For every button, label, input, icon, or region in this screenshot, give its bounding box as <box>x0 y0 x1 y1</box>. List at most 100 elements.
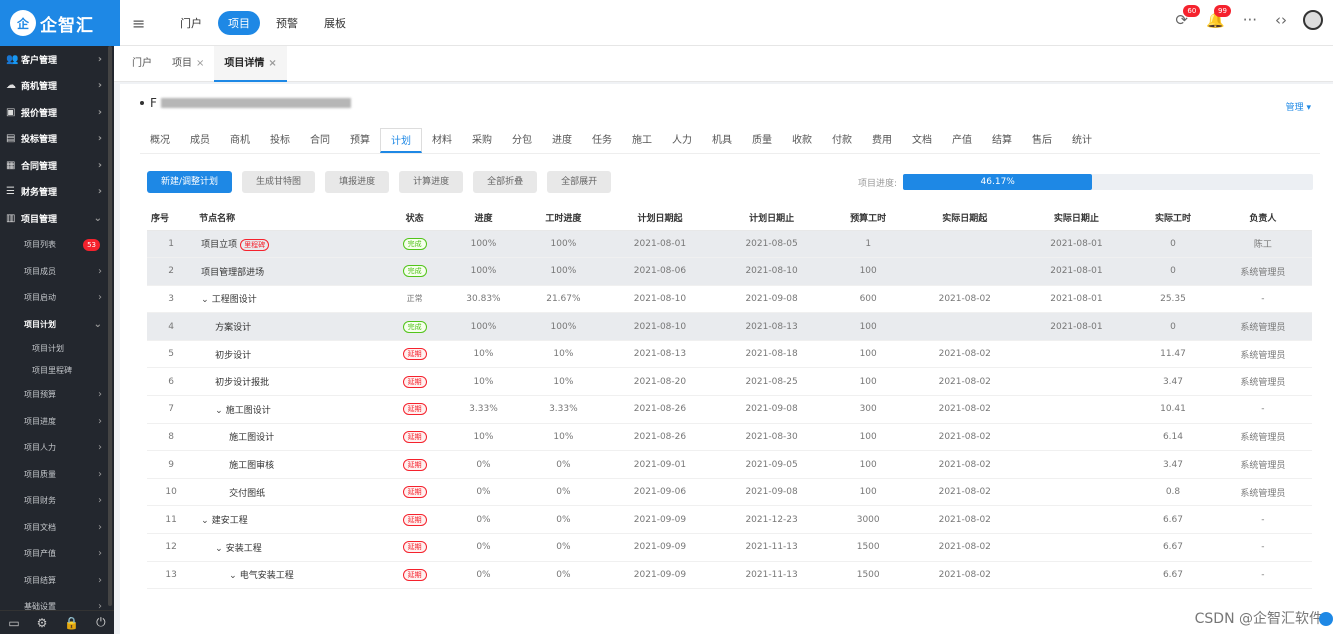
table-row[interactable]: 5 初步设计 延期 10% 10% 2021-08-13 2021-08-18 100 2021… <box>147 340 1312 369</box>
project-subtab[interactable]: 机具 <box>702 128 742 153</box>
code-icon[interactable]: ‹› <box>1275 11 1287 29</box>
project-subtab[interactable]: 施工 <box>622 128 662 153</box>
sidebar-item[interactable]: 项目结算 › <box>0 567 114 594</box>
sidebar-item[interactable]: ▦ 合同管理 › <box>0 152 114 179</box>
sidebar-item[interactable]: 项目启动 › <box>0 285 114 312</box>
more-icon[interactable]: ··· <box>1243 11 1257 29</box>
chevron-down-icon[interactable]: ⌄ <box>201 295 209 305</box>
close-icon[interactable]: × <box>268 58 276 69</box>
app-root: 企 企智汇 ≡ 门户 项目 预警 展板 ⟳ 60 🔔 99 ··· ‹› 👥 客户管理 › ☁ 商… <box>0 0 1333 634</box>
project-subtab[interactable]: 任务 <box>582 128 622 153</box>
table-row[interactable]: 7 ⌄ 施工图设计 延期 3.33% 3.33% 2021-08-26 2021-09-08 3… <box>147 395 1312 424</box>
project-subtab[interactable]: 合同 <box>300 128 340 153</box>
lock-icon[interactable]: 🔒 <box>64 616 79 630</box>
toolbar-button[interactable]: 生成甘特图 <box>242 171 316 193</box>
sidebar-item[interactable]: 项目人力 › <box>0 435 114 462</box>
toolbar-button[interactable]: 新建/调整计划 <box>147 171 233 193</box>
project-subtab[interactable]: 分包 <box>502 128 542 153</box>
table-row[interactable]: 2 项目管理部进场 完成 100% 100% 2021-08-06 2021-08-10 10… <box>147 257 1312 286</box>
cell-ps: 2021-08-10 <box>604 285 716 314</box>
top-nav-item[interactable]: 门户 <box>170 11 212 35</box>
project-subtab[interactable]: 质量 <box>742 128 782 153</box>
sidebar-item[interactable]: 项目进度 › <box>0 408 114 435</box>
sidebar-item[interactable]: 项目财务 › <box>0 488 114 515</box>
sidebar-item[interactable]: ☁ 商机管理 › <box>0 73 114 100</box>
sidebar-item[interactable]: ☰ 财务管理 › <box>0 179 114 206</box>
page-tab[interactable]: 门户 <box>122 46 162 82</box>
row-name-cell: 初步设计报批 <box>195 367 386 397</box>
page-tab[interactable]: 项目 × <box>162 46 214 82</box>
cell-ps: 2021-09-09 <box>604 561 716 590</box>
sidebar-scrollbar[interactable] <box>108 46 112 606</box>
project-subtab[interactable]: 统计 <box>1062 128 1102 153</box>
project-subtab[interactable]: 商机 <box>220 128 260 153</box>
toolbar-button[interactable]: 全部展开 <box>547 171 612 193</box>
sidebar-item[interactable]: 👥 客户管理 › <box>0 46 114 73</box>
sidebar-item[interactable]: ▣ 报价管理 › <box>0 99 114 126</box>
avatar[interactable] <box>1303 10 1323 30</box>
project-subtab[interactable]: 采购 <box>462 128 502 153</box>
toolbar-button[interactable]: 填报进度 <box>325 171 390 193</box>
table-row[interactable]: 4 方案设计 完成 100% 100% 2021-08-10 2021-08-13 100 20… <box>147 312 1312 341</box>
sidebar-item[interactable]: 项目列表 53 <box>0 232 114 259</box>
table-row[interactable]: 1 项目立项 里程碑 完成 100% 100% 2021-08-01 2021-08-05 1 2… <box>147 230 1312 259</box>
logo[interactable]: 企 企智汇 <box>0 0 120 46</box>
chevron-down-icon[interactable]: ⌄ <box>215 406 223 416</box>
sidebar-item[interactable]: 项目计划 ⌄ <box>0 311 114 338</box>
project-subtab[interactable]: 付款 <box>822 128 862 153</box>
table-row[interactable]: 11 ⌄ 建安工程 延期 0% 0% 2021-09-09 2021-12-23 3000 202… <box>147 505 1312 535</box>
sidebar-item[interactable]: ▤ 投标管理 › <box>0 126 114 153</box>
table-row[interactable]: 8 施工图设计 延期 10% 10% 2021-08-26 2021-08-30 100 202… <box>147 423 1312 452</box>
chevron-down-icon[interactable]: ⌄ <box>229 571 237 581</box>
settings-icon[interactable]: ⚙ <box>37 616 48 630</box>
toolbar-button[interactable]: 计算进度 <box>399 171 464 193</box>
project-subtab[interactable]: 文档 <box>902 128 942 153</box>
sidebar-item[interactable]: 项目质量 › <box>0 461 114 488</box>
project-subtab[interactable]: 收款 <box>782 128 822 153</box>
top-nav-item[interactable]: 展板 <box>314 11 356 35</box>
status-badge: 延期 <box>402 513 427 526</box>
table-row[interactable]: 9 施工图审核 延期 0% 0% 2021-09-01 2021-09-05 100 2021-… <box>147 450 1312 479</box>
bell-icon[interactable]: 🔔 99 <box>1206 5 1231 29</box>
project-subtab[interactable]: 结算 <box>982 128 1022 153</box>
manage-dropdown[interactable]: 管理 ▾ <box>1286 100 1311 113</box>
power-icon[interactable]: ⏻ <box>96 615 106 630</box>
project-subtab[interactable]: 概况 <box>140 128 180 153</box>
sidebar-item[interactable]: 项目计划 <box>0 338 114 360</box>
table-header-cell: 进度 <box>444 206 523 231</box>
sidebar-item[interactable]: 项目文档 › <box>0 514 114 541</box>
sidebar-item[interactable]: 项目里程碑 <box>0 360 114 382</box>
table-row[interactable]: 6 初步设计报批 延期 10% 10% 2021-08-20 2021-08-25 100 20… <box>147 367 1312 397</box>
project-subtab[interactable]: 投标 <box>260 128 300 153</box>
table-row[interactable]: 13 ⌄ 电气安装工程 延期 0% 0% 2021-09-09 2021-11-13 1500 2… <box>147 561 1312 590</box>
sidebar-item[interactable]: 项目预算 › <box>0 382 114 409</box>
project-subtab[interactable]: 费用 <box>862 128 902 153</box>
toolbar-button[interactable]: 全部折叠 <box>473 171 538 193</box>
toggle-icon[interactable] <box>1319 612 1333 626</box>
menu-toggle-icon[interactable]: ≡ <box>132 14 145 33</box>
project-subtab[interactable]: 材料 <box>422 128 462 153</box>
project-subtab[interactable]: 产值 <box>942 128 982 153</box>
top-nav-item[interactable]: 项目 <box>218 11 260 35</box>
chevron-down-icon[interactable]: ⌄ <box>201 516 209 526</box>
top-nav-item[interactable]: 预警 <box>266 11 308 35</box>
project-subtab[interactable]: 进度 <box>542 128 582 153</box>
table-row[interactable]: 3 ⌄ 工程图设计 正常 30.83% 21.67% 2021-08-10 2021-09-0… <box>147 285 1312 314</box>
refresh-icon[interactable]: ⟳ 60 <box>1175 5 1201 29</box>
project-subtab[interactable]: 成员 <box>180 128 220 153</box>
monitor-icon[interactable]: ▭ <box>8 616 19 630</box>
project-subtab[interactable]: 预算 <box>340 128 380 153</box>
chevron-down-icon[interactable]: ⌄ <box>215 544 223 554</box>
sidebar-item[interactable]: 项目产值 › <box>0 541 114 568</box>
sidebar-item[interactable]: 项目成员 › <box>0 258 114 285</box>
sidebar-item[interactable]: ▥ 项目管理 ⌄ <box>0 205 114 232</box>
cell-ps: 2021-08-20 <box>604 367 716 397</box>
table-row[interactable]: 10 交付图纸 延期 0% 0% 2021-09-06 2021-09-08 100 2021-… <box>147 478 1312 507</box>
project-subtab[interactable]: 人力 <box>662 128 702 153</box>
table-row[interactable]: 12 ⌄ 安装工程 延期 0% 0% 2021-09-09 2021-11-13 1500 202… <box>147 533 1312 562</box>
page-tab[interactable]: 项目详情 × <box>214 45 287 82</box>
cell-ah: 0 <box>1132 230 1214 259</box>
project-subtab[interactable]: 售后 <box>1022 128 1062 153</box>
close-icon[interactable]: × <box>196 58 204 69</box>
project-subtab[interactable]: 计划 <box>380 128 422 153</box>
